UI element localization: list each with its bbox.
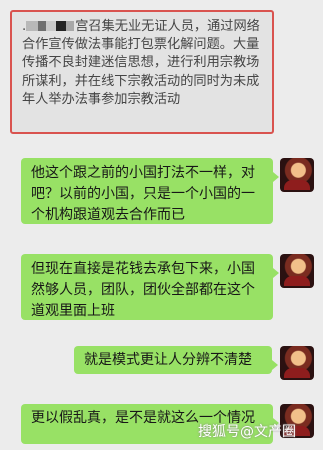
quoted-message: . 宫召集无业无证人员，通过网络合作宣传做法事能打包票化解问题。大量传播不良封建迷… bbox=[10, 10, 274, 134]
message-text: 就是模式更让人分辨不清楚 bbox=[84, 352, 252, 368]
user-avatar[interactable] bbox=[280, 346, 314, 380]
user-avatar[interactable] bbox=[280, 158, 314, 192]
quote-text: 宫召集无业无证人员，通过网络合作宣传做法事能打包票化解问题。大量传播不良封建迷信… bbox=[22, 19, 260, 107]
message-bubble-3[interactable]: 就是模式更让人分辨不清楚 bbox=[74, 346, 278, 374]
message-bubble-2[interactable]: 但现在直接是花钱去承包下来，小国然够人员，团队，团伙全部都在这个道观里面上班 bbox=[21, 254, 279, 320]
user-avatar[interactable] bbox=[280, 254, 314, 288]
message-text: 他这个跟之前的小国打法不一样，对吧？以前的小国，只是一个小国的一个机构跟道观去合… bbox=[31, 165, 255, 223]
message-bubble-1[interactable]: 他这个跟之前的小国打法不一样，对吧？以前的小国，只是一个小国的一个机构跟道观去合… bbox=[21, 158, 279, 224]
watermark: 搜狐号@文产圈 bbox=[198, 424, 296, 440]
redacted-name bbox=[26, 21, 75, 31]
message-text: 但现在直接是花钱去承包下来，小国然够人员，团队，团伙全部都在这个道观里面上班 bbox=[31, 261, 255, 319]
